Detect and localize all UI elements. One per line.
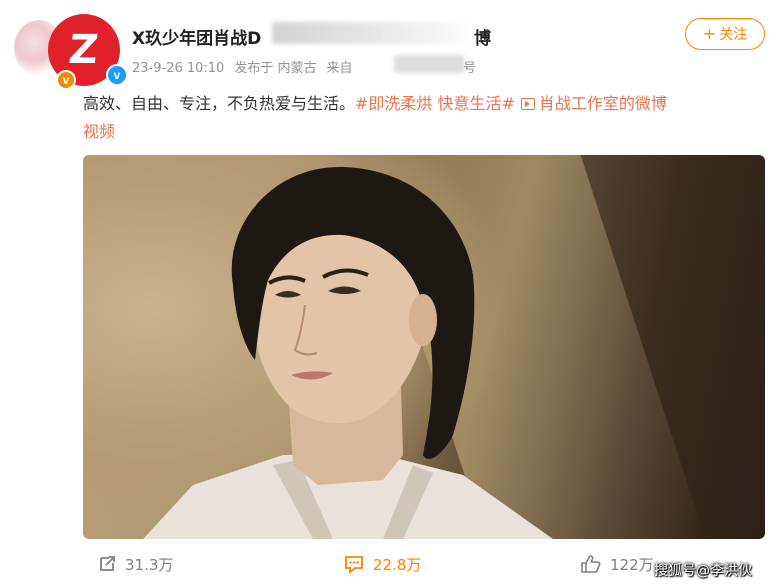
video-link[interactable]: 肖战工作室的微博 (539, 94, 667, 113)
repost-count: 31.3万 (125, 555, 174, 574)
video-icon (520, 98, 535, 110)
post-source-prefix: 来自 (326, 61, 353, 76)
verified-badge-icon: v (106, 64, 128, 86)
author-name[interactable]: X玖少年团肖战D (132, 24, 261, 49)
topic-link[interactable]: #即洗柔烘 快意生活# (355, 94, 515, 113)
post-meta: 23-9-26 10:10 发布于 内蒙古 来自 (132, 57, 363, 76)
post-text: 高效、自由、专注，不负热爱与生活。#即洗柔烘 快意生活# 肖战工作室的微博视频 (83, 90, 763, 146)
follow-button[interactable]: + 关注 (685, 18, 765, 50)
repost-button[interactable]: 31.3万 (97, 552, 173, 576)
post-source-tail: 号 (463, 61, 477, 76)
weibo-post: Z v v X玖少年团肖战D 博 23-9-26 10:10 发布于 内蒙古 来自 … (0, 0, 780, 588)
avatar-group[interactable]: Z v v (14, 14, 128, 90)
portrait-illustration (143, 166, 553, 539)
comment-button[interactable]: 22.8万 (343, 552, 421, 576)
comment-count: 22.8万 (373, 555, 422, 574)
follow-label: 关注 (719, 27, 748, 43)
post-source-redacted (394, 55, 464, 73)
post-image[interactable] (83, 155, 765, 539)
verified-badge-letter: v (113, 68, 121, 82)
post-body-text: 高效、自由、专注，不负热爱与生活。 (83, 94, 356, 113)
plus-icon: + (702, 24, 717, 43)
like-button[interactable]: 122万 (580, 552, 654, 576)
vip-badge-icon: v (56, 70, 76, 90)
post-time[interactable]: 23-9-26 10:10 (132, 61, 224, 76)
repost-icon (100, 556, 115, 571)
post-location: 发布于 内蒙古 (234, 61, 317, 76)
watermark: 搜狐号@李洪伙 (654, 563, 752, 579)
author-name-tail[interactable]: 博 (474, 24, 491, 49)
comment-icon (345, 556, 363, 574)
like-count: 122万 (610, 555, 654, 574)
ear-shape (409, 294, 437, 346)
thumbs-up-icon (581, 555, 601, 573)
avatar-logo-letter: Z (67, 27, 101, 73)
vip-badge-letter: v (62, 73, 70, 87)
author-name-redacted (272, 22, 474, 44)
video-link-continued[interactable]: 视频 (83, 122, 115, 141)
